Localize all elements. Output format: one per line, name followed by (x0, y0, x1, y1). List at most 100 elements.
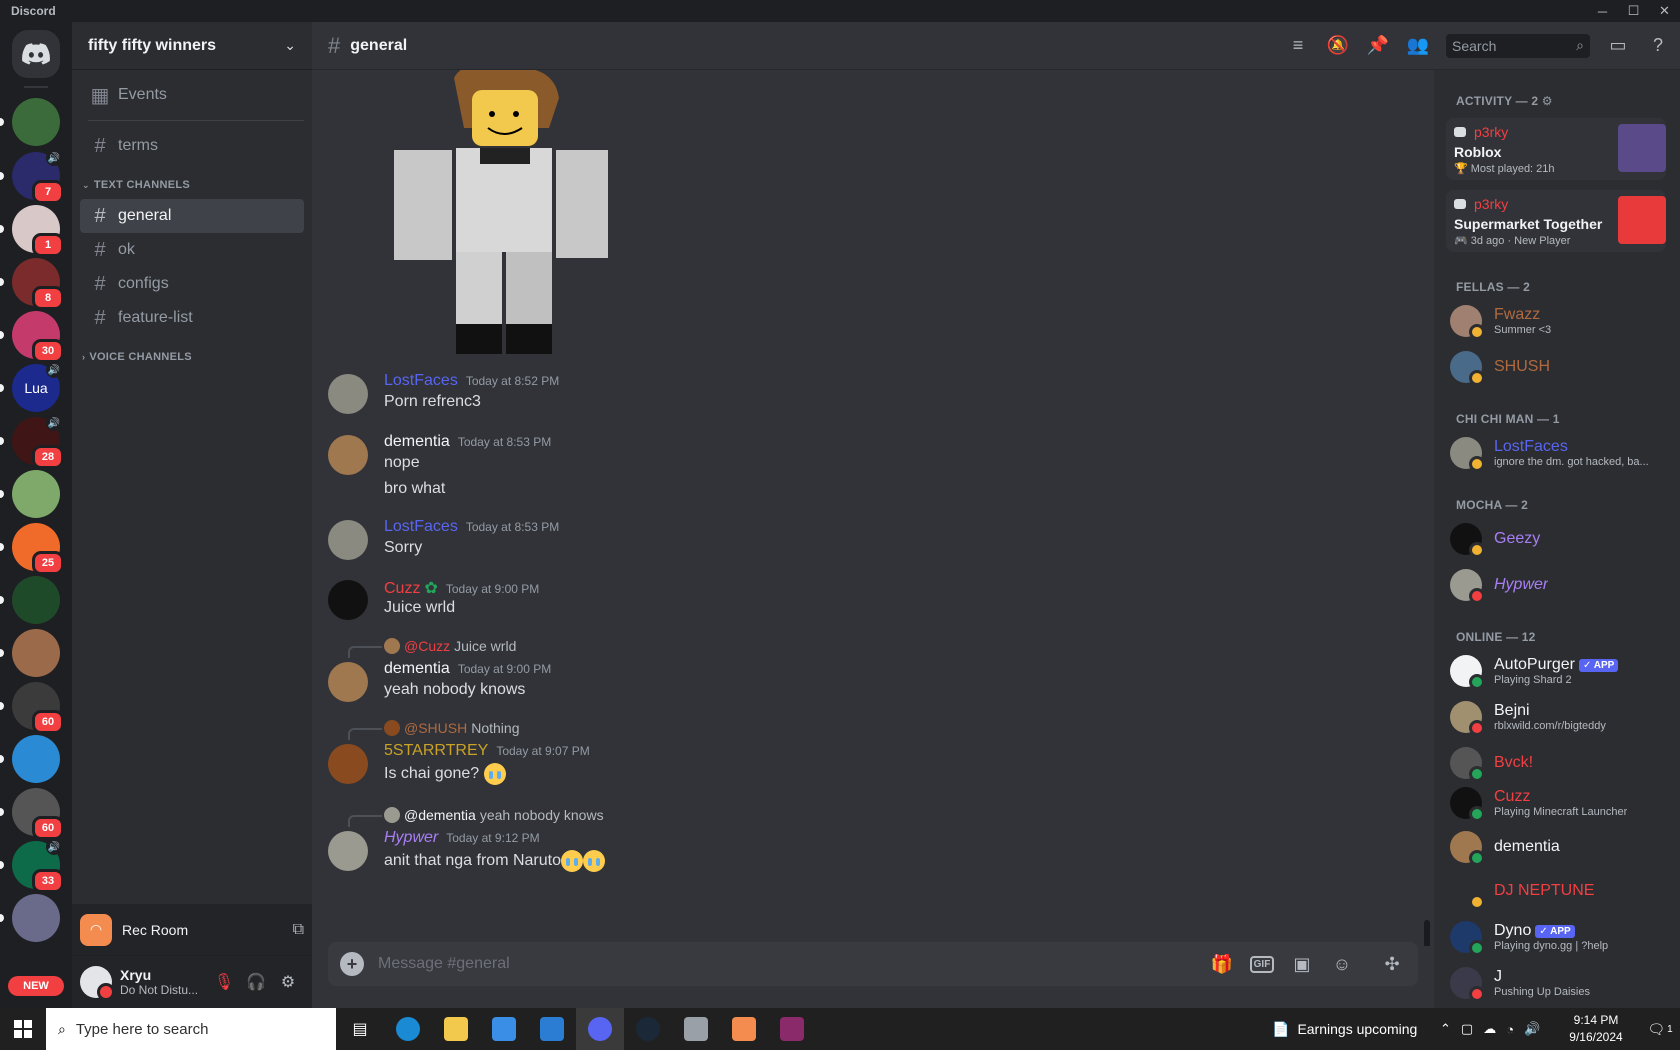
server-icon[interactable]: 🔊 28 (0, 415, 64, 469)
message-author[interactable]: Hypwer (384, 829, 438, 847)
member-item[interactable]: Hypwer (1450, 564, 1670, 606)
member-item[interactable]: Fwazz Summer <3 (1450, 300, 1670, 342)
channel-item-terms[interactable]: # terms (80, 129, 304, 163)
server-icon[interactable]: Lua 🔊 (0, 362, 62, 412)
home-button[interactable] (12, 30, 60, 78)
server-icon[interactable]: 8 (0, 258, 64, 310)
message-author[interactable]: 5STARRTREY (384, 742, 488, 760)
news-widget[interactable]: 📄 Earnings upcoming (1272, 1008, 1417, 1050)
search-box[interactable]: ⌕ (1446, 33, 1590, 58)
server-icon[interactable] (0, 894, 60, 942)
minimize-button[interactable]: ─ (1587, 0, 1618, 22)
volume-icon[interactable]: 🔊 (1524, 1021, 1540, 1037)
gif-button[interactable]: GIF (1248, 950, 1276, 978)
server-icon[interactable]: 60 (0, 788, 64, 840)
reply-preview[interactable]: @Cuzz Juice wrld (384, 638, 516, 654)
message-author[interactable]: LostFaces (384, 518, 458, 536)
message-author[interactable]: LostFaces (384, 372, 458, 390)
apps-icon[interactable]: ✣ (1378, 950, 1406, 978)
server-icon[interactable]: 🔊 33 (0, 839, 64, 893)
threads-icon[interactable]: ≡ (1286, 34, 1310, 58)
pin-icon[interactable]: 📌 (1366, 34, 1390, 58)
roblox-character-image[interactable] (384, 70, 624, 358)
server-icon[interactable] (0, 470, 60, 518)
activity-card[interactable]: p3rky Supermarket Together 🎮 3d ago · New … (1446, 190, 1666, 252)
activity-panel[interactable]: ◠ Rec Room ⧉ (72, 904, 312, 956)
channel-item-feature-list[interactable]: # feature-list (80, 301, 304, 335)
reply-preview[interactable]: @dementia yeah nobody knows (384, 807, 604, 823)
member-list-icon[interactable]: 👥 (1406, 34, 1430, 58)
mail-icon[interactable] (528, 1008, 576, 1050)
category-text-channels[interactable]: ⌄ TEXT CHANNELS (80, 175, 304, 195)
avatar[interactable] (328, 374, 368, 414)
member-item[interactable]: J Pushing Up Daisies (1450, 962, 1670, 1004)
maximize-button[interactable]: ☐ (1618, 0, 1649, 22)
chevron-up-icon[interactable]: ⌃ (1440, 1021, 1451, 1037)
reply-preview[interactable]: @SHUSH Nothing (384, 720, 519, 736)
headphones-button[interactable]: 🎧 (240, 966, 272, 998)
server-icon[interactable] (0, 629, 60, 677)
message-author[interactable]: Cuzz (384, 580, 420, 598)
tray-app-icon[interactable]: ▢ (1461, 1021, 1473, 1037)
message-list[interactable]: LostFaces Today at 8:52 PM Porn refrenc3 de… (312, 70, 1434, 946)
taskbar-search[interactable]: ⌕ (46, 1008, 336, 1050)
file-explorer-icon[interactable] (432, 1008, 480, 1050)
task-view-icon[interactable]: ▤ (336, 1008, 384, 1050)
scrollbar[interactable] (1424, 920, 1430, 946)
attach-button[interactable]: + (340, 952, 364, 976)
mute-mic-button[interactable]: 🎙 (208, 966, 240, 998)
avatar[interactable] (328, 662, 368, 702)
member-item[interactable]: Bvck! (1450, 742, 1670, 784)
member-item[interactable]: AutoPurger ✓ APP Playing Shard 2 (1450, 650, 1670, 692)
guild-header[interactable]: fifty fifty winners ⌄ (72, 22, 312, 70)
winrar-icon[interactable] (768, 1008, 816, 1050)
member-item[interactable]: Cuzz Playing Minecraft Launcher (1450, 782, 1670, 824)
channel-item-ok[interactable]: # ok (80, 233, 304, 267)
activity-user[interactable]: p3rky (1454, 196, 1508, 212)
edge-icon[interactable] (384, 1008, 432, 1050)
member-item[interactable]: Bejni rblxwild.com/r/bigteddy (1450, 696, 1670, 738)
message-input[interactable] (378, 955, 1196, 973)
emoji-icon[interactable]: ☺ (1328, 950, 1356, 978)
server-icon[interactable] (0, 735, 60, 783)
gift-icon[interactable]: 🎁 (1208, 950, 1236, 978)
clock[interactable]: 9:14 PM 9/16/2024 (1560, 1012, 1632, 1046)
message-author[interactable]: dementia (384, 660, 450, 678)
new-badge[interactable]: NEW (8, 976, 64, 996)
close-button[interactable]: ✕ (1649, 0, 1680, 22)
help-icon[interactable]: ? (1646, 34, 1670, 58)
inbox-icon[interactable]: ▭ (1606, 34, 1630, 58)
message-author[interactable]: dementia (384, 433, 450, 451)
discord-taskbar-icon[interactable] (576, 1008, 624, 1050)
sticker-icon[interactable]: ▣ (1288, 950, 1316, 978)
server-icon[interactable]: 🔊 7 (0, 150, 64, 204)
gear-icon[interactable]: ⚙ (1542, 94, 1553, 108)
settings-button[interactable]: ⚙ (272, 966, 304, 998)
member-item[interactable]: DJ NEPTUNE (1450, 870, 1670, 912)
rec-room-taskbar-icon[interactable] (720, 1008, 768, 1050)
server-icon[interactable]: 30 (0, 311, 64, 363)
avatar[interactable] (328, 744, 368, 784)
taskbar-search-input[interactable] (75, 1020, 296, 1038)
avatar[interactable] (328, 520, 368, 560)
start-button[interactable] (0, 1008, 46, 1050)
app-icon[interactable] (672, 1008, 720, 1050)
member-item[interactable]: SHUSH (1450, 346, 1670, 388)
screen-share-icon[interactable]: ⧉ (293, 921, 304, 939)
member-item[interactable]: LostFaces ignore the dm. got hacked, ba..… (1450, 432, 1670, 474)
search-input[interactable] (1452, 37, 1577, 54)
avatar[interactable] (328, 435, 368, 475)
server-icon[interactable]: 60 (0, 682, 64, 734)
notifications-muted-icon[interactable]: 🔕 (1326, 34, 1350, 58)
member-item[interactable]: Dyno ✓ APP Playing dyno.gg | ?help (1450, 916, 1670, 958)
channel-item-general[interactable]: # general (80, 199, 304, 233)
activity-card[interactable]: p3rky Roblox 🏆 Most played: 21h (1446, 118, 1666, 180)
avatar[interactable] (328, 831, 368, 871)
channel-item-configs[interactable]: # configs (80, 267, 304, 301)
member-item[interactable]: Geezy (1450, 518, 1670, 560)
activity-user[interactable]: p3rky (1454, 124, 1508, 140)
category-voice-channels[interactable]: › VOICE CHANNELS (80, 347, 304, 367)
avatar[interactable] (80, 966, 115, 1001)
avatar[interactable] (328, 580, 368, 620)
server-icon[interactable] (0, 98, 60, 146)
